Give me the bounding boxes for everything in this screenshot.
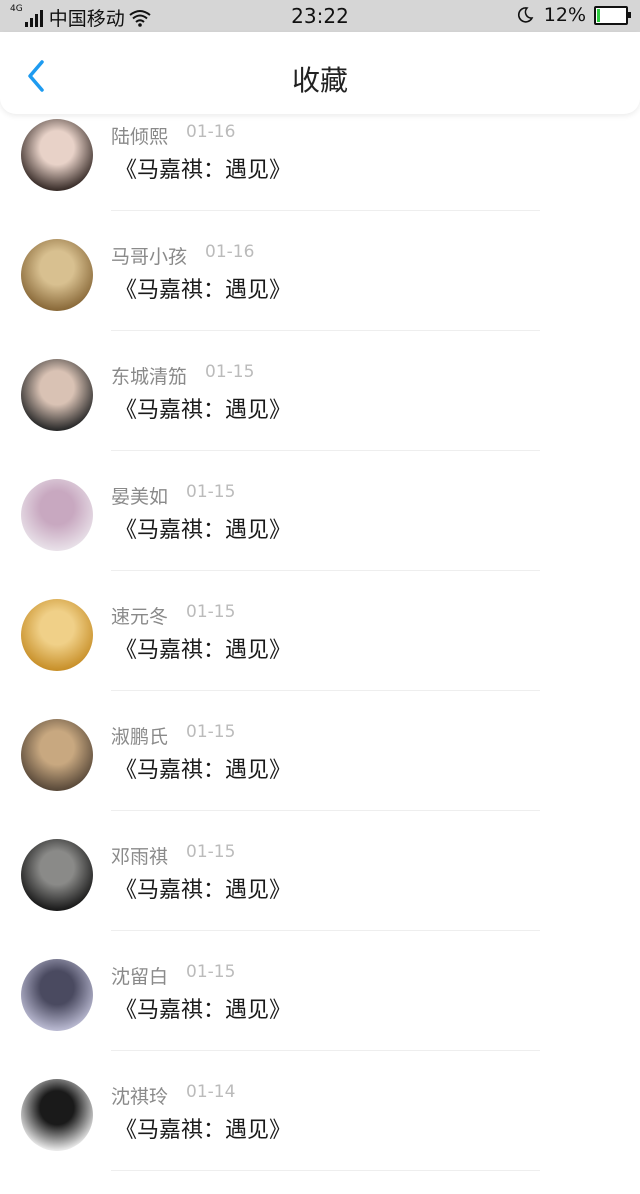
avatar[interactable]: [21, 719, 93, 791]
item-title[interactable]: 《马嘉祺：遇见》: [115, 272, 291, 304]
list-item[interactable]: 沈祺玲 01-14 《马嘉祺：遇见》: [0, 1074, 640, 1194]
item-date: 01-15: [186, 482, 236, 502]
user-name[interactable]: 陆倾熙: [111, 122, 168, 149]
user-name[interactable]: 速元冬: [111, 602, 168, 629]
avatar[interactable]: [21, 359, 93, 431]
item-date: 01-15: [186, 722, 236, 742]
divider: [111, 1170, 540, 1171]
user-name[interactable]: 晏美如: [111, 482, 168, 509]
list-item[interactable]: 邓雨祺 01-15 《马嘉祺：遇见》: [0, 834, 640, 954]
item-title[interactable]: 《马嘉祺：遇见》: [115, 632, 291, 664]
item-date: 01-15: [186, 962, 236, 982]
divider: [111, 930, 540, 931]
avatar[interactable]: [21, 119, 93, 191]
battery-icon: [594, 5, 631, 25]
item-date: 01-15: [186, 602, 236, 622]
avatar[interactable]: [21, 959, 93, 1031]
avatar[interactable]: [21, 239, 93, 311]
item-date: 01-14: [186, 1082, 236, 1102]
avatar[interactable]: [21, 479, 93, 551]
item-date: 01-15: [186, 842, 236, 862]
item-date: 01-16: [186, 122, 236, 142]
item-date: 01-16: [205, 242, 255, 262]
user-name[interactable]: 沈祺玲: [111, 1082, 168, 1109]
avatar[interactable]: [21, 599, 93, 671]
list-item[interactable]: 沈留白 01-15 《马嘉祺：遇见》: [0, 954, 640, 1074]
nav-header: 收藏: [0, 32, 640, 114]
item-title[interactable]: 《马嘉祺：遇见》: [115, 992, 291, 1024]
item-title[interactable]: 《马嘉祺：遇见》: [115, 392, 291, 424]
divider: [111, 210, 540, 211]
item-title[interactable]: 《马嘉祺：遇见》: [115, 512, 291, 544]
page-title: 收藏: [291, 64, 348, 97]
divider: [111, 450, 540, 451]
user-name[interactable]: 淑鹏氏: [111, 722, 168, 749]
divider: [111, 570, 540, 571]
status-bar: 4G 中国移动 23:22 12%: [0, 0, 640, 32]
favorites-list[interactable]: 陆倾熙 01-16 《马嘉祺：遇见》 马哥小孩 01-16 《马嘉祺：遇见》 东城清笳 01-…: [0, 114, 640, 1194]
item-title[interactable]: 《马嘉祺：遇见》: [115, 1112, 291, 1144]
user-name[interactable]: 东城清笳: [111, 362, 187, 389]
moon-icon: [517, 7, 534, 23]
list-item[interactable]: 马哥小孩 01-16 《马嘉祺：遇见》: [0, 234, 640, 354]
user-name[interactable]: 马哥小孩: [111, 242, 187, 269]
divider: [111, 1050, 540, 1051]
avatar[interactable]: [21, 839, 93, 911]
battery-fill: [597, 8, 600, 22]
avatar[interactable]: [21, 1079, 93, 1151]
list-item[interactable]: 东城清笳 01-15 《马嘉祺：遇见》: [0, 354, 640, 474]
divider: [111, 690, 540, 691]
divider: [111, 330, 540, 331]
list-item[interactable]: 晏美如 01-15 《马嘉祺：遇见》: [0, 474, 640, 594]
divider: [111, 810, 540, 811]
item-title[interactable]: 《马嘉祺：遇见》: [115, 152, 291, 184]
item-title[interactable]: 《马嘉祺：遇见》: [115, 752, 291, 784]
battery-percent: 12%: [543, 4, 586, 26]
item-title[interactable]: 《马嘉祺：遇见》: [115, 872, 291, 904]
item-date: 01-15: [205, 362, 255, 382]
list-item[interactable]: 速元冬 01-15 《马嘉祺：遇见》: [0, 594, 640, 714]
list-item[interactable]: 淑鹏氏 01-15 《马嘉祺：遇见》: [0, 714, 640, 834]
status-right: 12%: [516, 4, 631, 26]
user-name[interactable]: 邓雨祺: [111, 842, 168, 869]
list-item[interactable]: 陆倾熙 01-16 《马嘉祺：遇见》: [0, 114, 640, 234]
user-name[interactable]: 沈留白: [111, 962, 168, 989]
